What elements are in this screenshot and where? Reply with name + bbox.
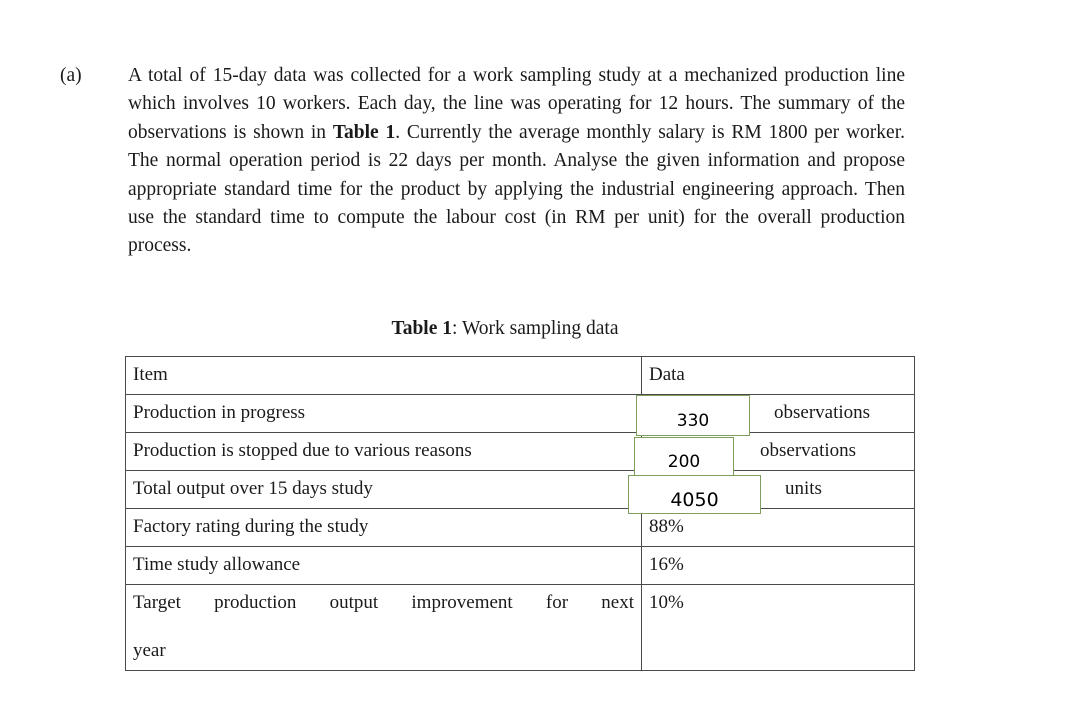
row-label-production-in-progress: Production in progress	[125, 394, 642, 433]
row-label-factory-rating: Factory rating during the study	[125, 508, 642, 547]
row-label-production-stopped: Production is stopped due to various rea…	[125, 432, 642, 471]
table-row: Factory rating during the study 88%	[125, 508, 915, 547]
table-row: Time study allowance 16%	[125, 546, 915, 585]
table-row: Production in progress observations	[125, 394, 915, 433]
question-label: (a)	[60, 65, 82, 86]
annotation-value-330: 330	[676, 411, 710, 431]
table-row: Target production output improvement for…	[125, 584, 915, 671]
unit-label-observations-1: observations	[774, 402, 871, 423]
row-label-target-improvement-line2: year	[133, 640, 166, 661]
table-header-data: Data	[641, 356, 915, 395]
row-label-time-study-allowance: Time study allowance	[125, 546, 642, 585]
work-sampling-table-wrapper: Item Data Production in progress observa…	[125, 356, 915, 671]
unit-label-observations-2: observations	[760, 440, 857, 461]
work-sampling-table: Item Data Production in progress observa…	[125, 356, 915, 671]
document-page: (a) A total of 15-day data was collected…	[0, 0, 1072, 708]
table-caption-label: Table 1	[391, 318, 452, 339]
table-header-item: Item	[125, 356, 642, 395]
question-text: A total of 15-day data was collected for…	[128, 62, 905, 261]
annotation-box-production-in-progress[interactable]: 330	[636, 395, 750, 436]
row-label-target-improvement-line1: Target production output improvement for…	[133, 592, 634, 613]
row-data-factory-rating: 88%	[641, 508, 915, 547]
table-caption: Table 1: Work sampling data	[125, 316, 885, 342]
table-row: Production is stopped due to various rea…	[125, 432, 915, 471]
row-label-target-improvement: Target production output improvement for…	[125, 584, 642, 671]
question-block: (a) A total of 15-day data was collected…	[60, 62, 905, 261]
table-row: Total output over 15 days study units	[125, 470, 915, 509]
question-table-reference: Table 1	[332, 121, 396, 143]
row-label-total-output: Total output over 15 days study	[125, 470, 642, 509]
annotation-value-200: 200	[667, 452, 701, 472]
row-data-target-improvement: 10%	[641, 584, 915, 671]
annotation-value-4050: 4050	[670, 489, 719, 511]
annotation-box-production-stopped[interactable]: 200	[634, 437, 734, 476]
table-caption-title: : Work sampling data	[452, 318, 619, 339]
annotation-box-total-output[interactable]: 4050	[628, 475, 761, 514]
table-header-row: Item Data	[125, 356, 915, 395]
unit-label-units: units	[785, 478, 822, 499]
row-data-time-study-allowance: 16%	[641, 546, 915, 585]
